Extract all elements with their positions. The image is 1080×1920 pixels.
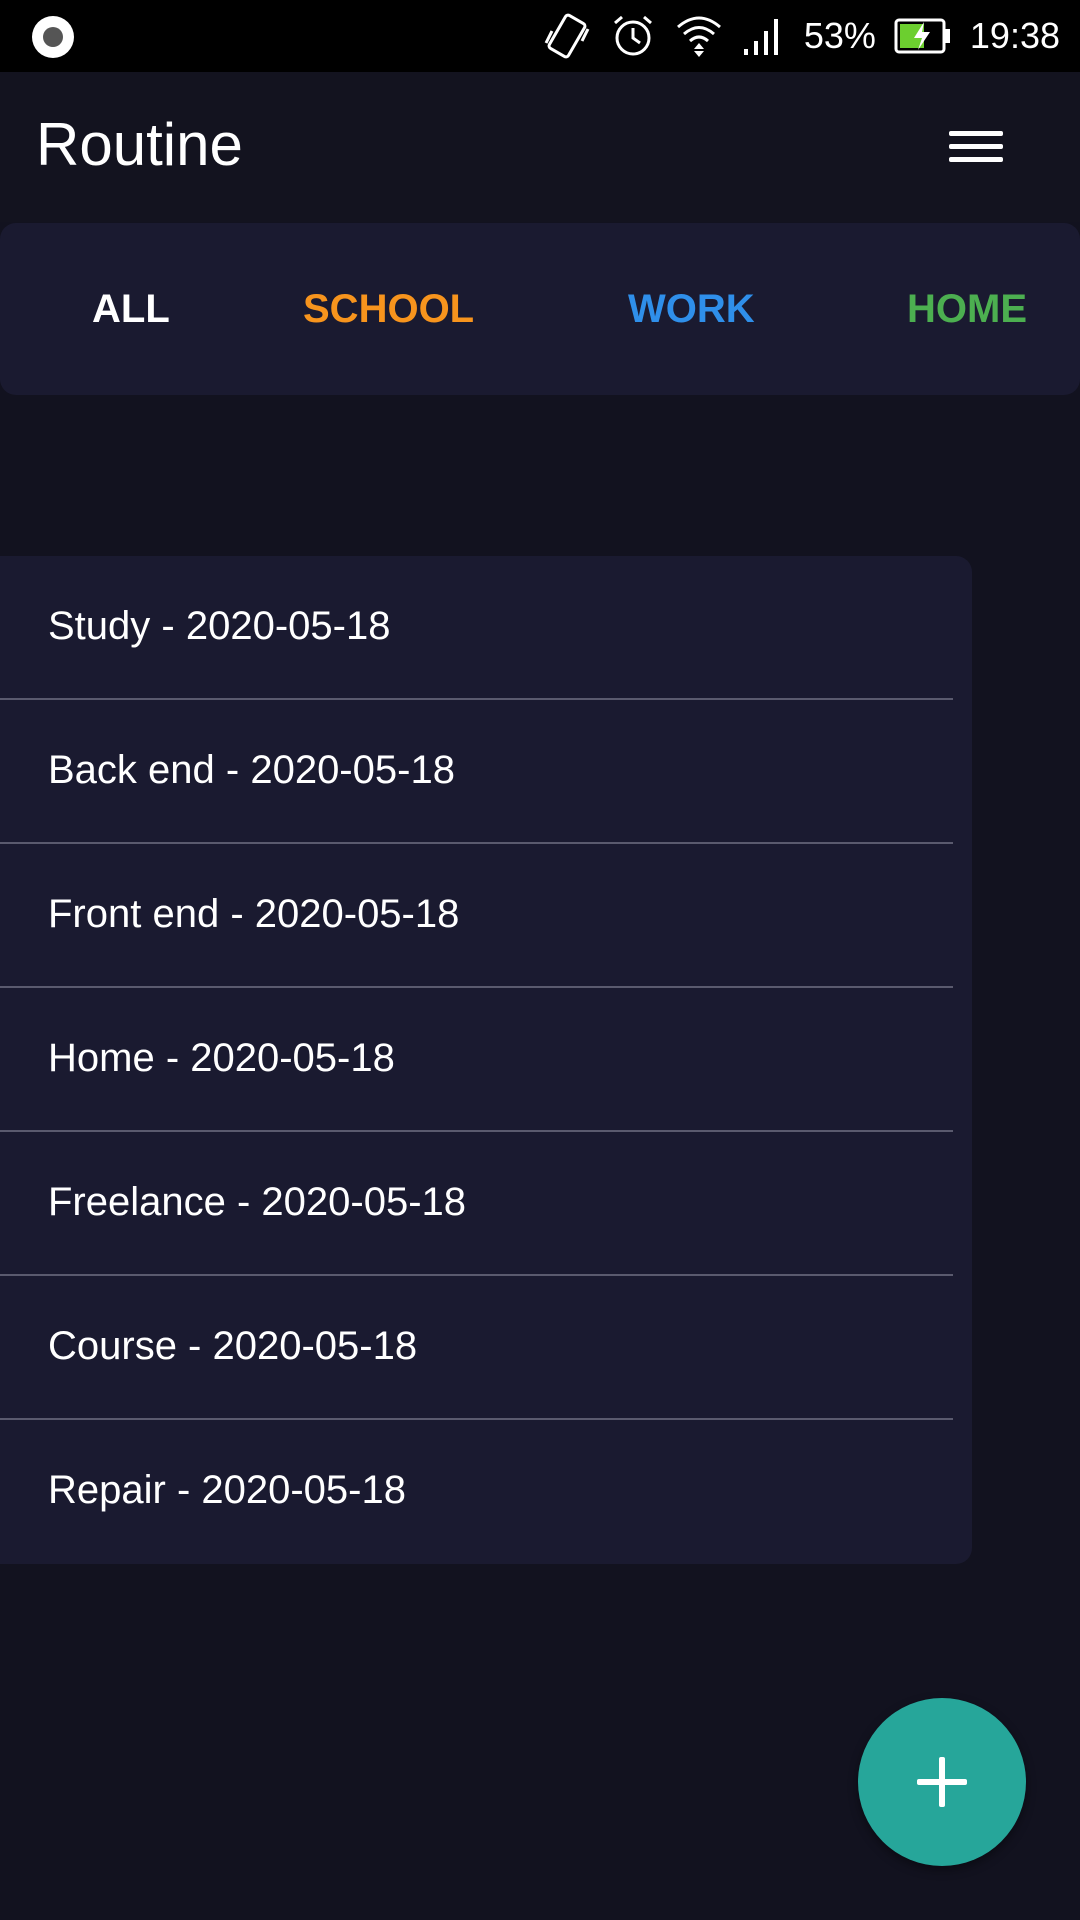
- tab-school[interactable]: SCHOOL: [303, 223, 474, 395]
- menu-line: [949, 131, 1003, 136]
- menu-line: [949, 144, 1003, 149]
- category-tab-bar: ALL SCHOOL WORK HOME: [0, 223, 1080, 395]
- app-bar: Routine: [0, 72, 1080, 222]
- list-item[interactable]: Repair - 2020-05-18: [0, 1420, 972, 1564]
- list-item-label: Repair - 2020-05-18: [48, 1468, 406, 1512]
- hamburger-menu-icon[interactable]: [940, 117, 1010, 177]
- vibrate-icon: [544, 13, 590, 59]
- alarm-icon: [613, 15, 652, 56]
- list-item-label: Freelance - 2020-05-18: [48, 1180, 467, 1224]
- list-item-label: Back end - 2020-05-18: [48, 748, 455, 792]
- routine-screen: 53% 19:38 Routine ALL SCHOOL WORK HOME S…: [0, 0, 1080, 1920]
- list-item[interactable]: Home - 2020-05-18: [0, 988, 972, 1132]
- list-item-label: Study - 2020-05-18: [48, 604, 391, 648]
- list-item[interactable]: Course - 2020-05-18: [0, 1276, 972, 1420]
- clock-time: 19:38: [969, 15, 1060, 56]
- list-item[interactable]: Front end - 2020-05-18: [0, 844, 972, 988]
- list-item[interactable]: Back end - 2020-05-18: [0, 700, 972, 844]
- routine-list: Study - 2020-05-18 Back end - 2020-05-18…: [0, 556, 972, 1564]
- status-icons: 53% 19:38: [542, 0, 1060, 72]
- menu-line: [949, 157, 1003, 162]
- list-item-label: Home - 2020-05-18: [48, 1036, 395, 1080]
- signal-icon: [743, 19, 778, 55]
- tab-work[interactable]: WORK: [628, 223, 755, 395]
- status-bar: 53% 19:38: [0, 0, 1080, 72]
- record-indicator-icon: [32, 16, 74, 58]
- wifi-icon: [676, 16, 721, 57]
- plus-icon: [917, 1779, 967, 1785]
- list-item-label: Course - 2020-05-18: [48, 1324, 418, 1368]
- page-title: Routine: [36, 111, 243, 178]
- list-item[interactable]: Freelance - 2020-05-18: [0, 1132, 972, 1276]
- list-item[interactable]: Study - 2020-05-18: [0, 556, 972, 700]
- battery-percent: 53%: [803, 15, 876, 56]
- tab-all[interactable]: ALL: [92, 223, 170, 395]
- tab-home[interactable]: HOME: [907, 223, 1027, 395]
- battery-charging-icon: [894, 18, 950, 54]
- add-routine-button[interactable]: [858, 1698, 1026, 1866]
- list-item-label: Front end - 2020-05-18: [48, 892, 460, 936]
